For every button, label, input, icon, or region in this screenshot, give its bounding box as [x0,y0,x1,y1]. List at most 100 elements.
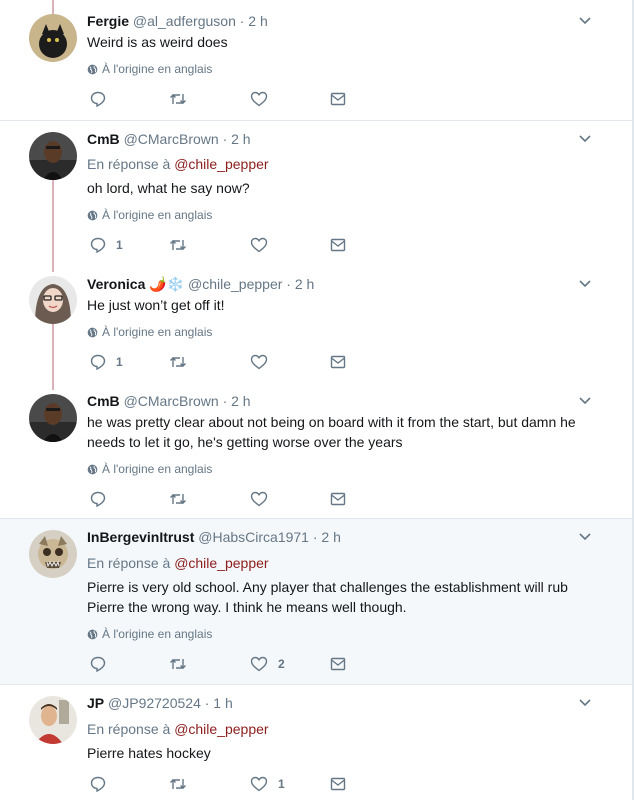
author-handle[interactable]: @CMarcBrown [124,393,219,409]
timestamp[interactable]: · 2 h [240,13,268,29]
tweet-text: Weird is as weird does [87,34,228,50]
tweet[interactable]: Veronica 🌶️❄️ @chile_pepper · 2 h He jus… [0,267,632,384]
retweet-icon [170,659,186,669]
avatar[interactable] [29,276,77,324]
author-name[interactable]: Fergie [87,13,129,29]
tweet[interactable]: InBergevinItrust @HabsCirca1971 · 2 h En… [0,519,632,685]
retweet-button[interactable] [169,354,197,370]
message-button[interactable] [330,237,356,253]
chevron-down-icon[interactable] [578,530,592,544]
like-button[interactable] [250,354,278,370]
globe-icon [87,64,98,74]
author-handle[interactable]: @CMarcBrown [124,131,219,147]
like-button[interactable]: 2 [250,656,285,672]
reply-button[interactable]: 1 [90,354,123,370]
reply-button[interactable]: 1 [90,237,123,253]
globe-icon [87,629,98,639]
reply-button[interactable] [90,91,116,107]
retweet-icon [170,240,186,250]
message-button[interactable] [330,491,356,507]
avatar[interactable] [29,696,77,744]
author-name[interactable]: Veronica 🌶️❄️ [87,276,184,292]
origin-language[interactable]: À l'origine en anglais [87,627,212,641]
retweet-button[interactable] [169,491,197,507]
chevron-down-icon[interactable] [578,277,592,291]
message-button[interactable] [330,91,356,107]
mention-link[interactable]: @chile_pepper [174,156,268,172]
reply-button[interactable] [90,776,116,792]
timestamp[interactable]: · 1 h [205,695,233,711]
message-button[interactable] [330,776,356,792]
like-button[interactable] [250,237,278,253]
author-handle[interactable]: @al_adferguson [133,13,236,29]
tweet-text: he was pretty clear about not being on b… [87,414,576,450]
like-icon [250,237,268,253]
reply-prefix: En réponse à [87,721,171,737]
reply-icon [90,776,106,792]
author-name[interactable]: InBergevinItrust [87,529,194,545]
author-name[interactable]: CmB [87,131,120,147]
retweet-button[interactable] [169,91,197,107]
reply-button[interactable] [90,491,116,507]
chevron-down-icon[interactable] [578,696,592,710]
author-handle[interactable]: @JP92720524 [108,695,201,711]
timestamp[interactable]: · 2 h [313,529,341,545]
tweet-text: He just won’t get off it! [87,297,225,313]
message-icon [330,657,346,671]
origin-label: À l'origine en anglais [102,208,213,222]
like-button[interactable] [250,91,278,107]
tweet-actions: 2 [90,656,390,676]
retweet-button[interactable] [169,656,197,672]
chevron-down-icon[interactable] [578,394,592,408]
message-icon [330,355,346,369]
timestamp[interactable]: · 2 h [223,131,251,147]
message-icon [330,777,346,791]
like-count: 2 [278,657,285,671]
origin-language[interactable]: À l'origine en anglais [87,62,212,76]
avatar[interactable] [29,394,77,442]
mention-link[interactable]: @chile_pepper [174,721,268,737]
tweet-actions [90,91,390,111]
reply-icon [90,237,106,253]
reply-button[interactable] [90,656,116,672]
tweet-actions: 1 [90,776,390,796]
origin-language[interactable]: À l'origine en anglais [87,325,212,339]
reply-context: En réponse à @chile_pepper [87,156,269,172]
author-name[interactable]: JP [87,695,104,711]
like-count: 1 [278,777,285,791]
avatar[interactable] [29,132,77,180]
tweet-text: oh lord, what he say now? [87,180,250,196]
tweet-actions: 1 [90,354,390,374]
avatar[interactable] [29,530,77,578]
timestamp[interactable]: · 2 h [223,393,251,409]
tweet[interactable]: Fergie @al_adferguson · 2 h Weird is as … [0,0,632,121]
reply-prefix: En réponse à [87,555,171,571]
like-button[interactable] [250,491,278,507]
author-handle[interactable]: @chile_pepper [188,276,282,292]
like-button[interactable]: 1 [250,776,285,792]
globe-icon [87,210,98,220]
message-button[interactable] [330,656,356,672]
retweet-icon [170,779,186,789]
tweet[interactable]: CmB @CMarcBrown · 2 h En réponse à @chil… [0,121,632,267]
author-handle[interactable]: @HabsCirca1971 [198,529,309,545]
like-icon [250,91,268,107]
retweet-button[interactable] [169,237,197,253]
reply-icon [90,491,106,507]
retweet-button[interactable] [169,776,197,792]
message-button[interactable] [330,354,356,370]
mention-link[interactable]: @chile_pepper [174,555,268,571]
tweet[interactable]: JP @JP92720524 · 1 h En réponse à @chile… [0,685,632,800]
timestamp[interactable]: · 2 h [286,276,314,292]
like-icon [250,354,268,370]
origin-language[interactable]: À l'origine en anglais [87,208,212,222]
message-icon [330,492,346,506]
tweet-actions: 1 [90,237,390,257]
avatar[interactable] [29,14,77,62]
message-icon [330,238,346,252]
chevron-down-icon[interactable] [578,132,592,146]
tweet[interactable]: CmB @CMarcBrown · 2 h he was pretty clea… [0,384,632,519]
author-name[interactable]: CmB [87,393,120,409]
origin-language[interactable]: À l'origine en anglais [87,462,212,476]
chevron-down-icon[interactable] [578,14,592,28]
